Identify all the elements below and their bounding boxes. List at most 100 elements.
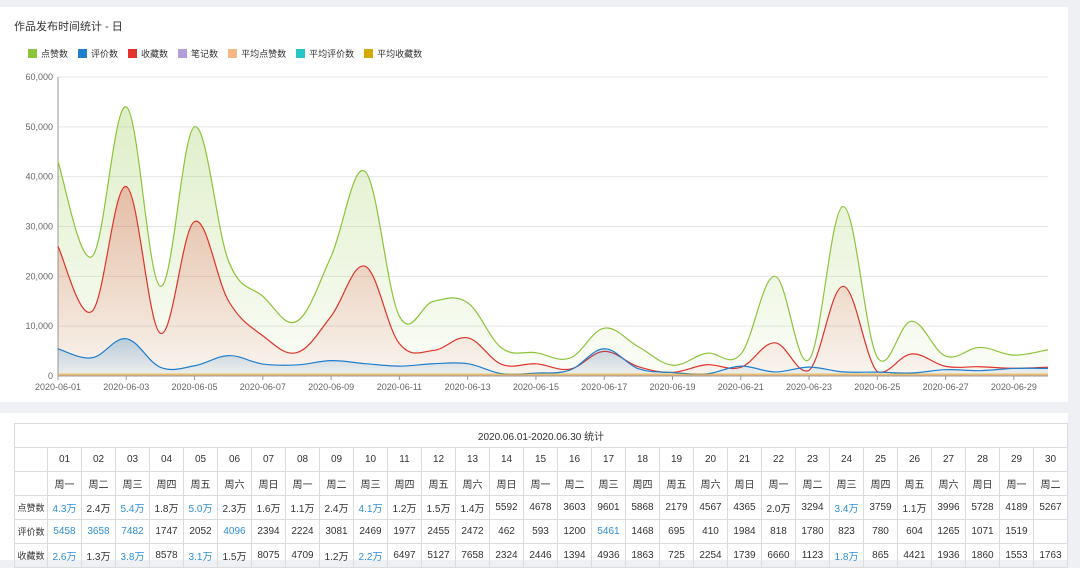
x-tick-label: 2020-06-15	[513, 382, 559, 392]
day-header: 08	[285, 447, 320, 472]
x-tick-label: 2020-06-27	[923, 382, 969, 392]
day-header: 27	[931, 447, 966, 472]
table-cell-link[interactable]: 3.8万	[115, 543, 150, 568]
table-cell: 1553	[999, 543, 1034, 568]
weekday-header: 周二	[795, 471, 830, 496]
day-header: 17	[591, 447, 626, 472]
day-header: 28	[965, 447, 1000, 472]
table-cell-link[interactable]: 4.3万	[47, 495, 82, 520]
table-cell-link[interactable]: 7482	[115, 519, 150, 544]
x-tick-label: 2020-06-01	[35, 382, 81, 392]
table-cell: 865	[863, 543, 898, 568]
x-tick-label: 2020-06-05	[172, 382, 218, 392]
table-cell-link[interactable]: 5.4万	[115, 495, 150, 520]
day-header: 07	[251, 447, 286, 472]
table-cell: 3996	[931, 495, 966, 520]
table-cell: 1468	[625, 519, 660, 544]
table-cell: 1519	[999, 519, 1034, 544]
y-tick-label: 10,000	[25, 321, 53, 331]
x-tick-label: 2020-06-03	[103, 382, 149, 392]
table-cell: 1763	[1033, 543, 1068, 568]
x-tick-label: 2020-06-17	[581, 382, 627, 392]
table-cell-link[interactable]: 1.8万	[829, 543, 864, 568]
table-cell-link[interactable]: 5461	[591, 519, 626, 544]
table-cell: 823	[829, 519, 864, 544]
table-cell: 1071	[965, 519, 1000, 544]
table-cell: 2324	[489, 543, 524, 568]
table-cell-link[interactable]: 3.4万	[829, 495, 864, 520]
day-header: 13	[455, 447, 490, 472]
table-cell: 7658	[455, 543, 490, 568]
weekday-header: 周六	[931, 471, 966, 496]
table-cell: 2455	[421, 519, 456, 544]
table-cell: 1.1万	[897, 495, 932, 520]
weekday-header: 周五	[897, 471, 932, 496]
weekday-header: 周五	[659, 471, 694, 496]
table-cell-link[interactable]: 5.0万	[183, 495, 218, 520]
day-header: 06	[217, 447, 252, 472]
weekday-header: 周四	[625, 471, 660, 496]
day-header: 02	[81, 447, 116, 472]
weekday-header: 周三	[829, 471, 864, 496]
y-tick-label: 60,000	[25, 72, 53, 82]
table-cell: 604	[897, 519, 932, 544]
weekday-header: 周一	[47, 471, 82, 496]
table-caption: 2020.06.01-2020.06.30 统计	[14, 423, 1068, 448]
table-cell: 4678	[523, 495, 558, 520]
day-header: 29	[999, 447, 1034, 472]
table-cell: 2472	[455, 519, 490, 544]
table-cell: 1.2万	[319, 543, 354, 568]
weekday-header: 周日	[965, 471, 1000, 496]
table-cell: 2.4万	[81, 495, 116, 520]
table-cell: 1780	[795, 519, 830, 544]
table-cell-link[interactable]: 2.2万	[353, 543, 388, 568]
table-cell: 2224	[285, 519, 320, 544]
day-header: 30	[1033, 447, 1068, 472]
table-cell: 2.0万	[761, 495, 796, 520]
day-header: 20	[693, 447, 728, 472]
table-cell-link[interactable]: 3658	[81, 519, 116, 544]
weekday-header: 周四	[863, 471, 898, 496]
weekday-header: 周二	[1033, 471, 1068, 496]
day-header: 18	[625, 447, 660, 472]
table-cell: 2254	[693, 543, 728, 568]
table-cell	[1033, 519, 1068, 544]
table-cell: 410	[693, 519, 728, 544]
table-cell-link[interactable]: 2.6万	[47, 543, 82, 568]
weekday-header: 周日	[727, 471, 762, 496]
table-cell: 6497	[387, 543, 422, 568]
table-cell: 2052	[183, 519, 218, 544]
day-header: 01	[47, 447, 82, 472]
table-cell: 1860	[965, 543, 1000, 568]
y-tick-label: 0	[48, 371, 53, 381]
weekday-header: 周三	[353, 471, 388, 496]
table-cell-link[interactable]: 5458	[47, 519, 82, 544]
day-header: 25	[863, 447, 898, 472]
table-cell: 2394	[251, 519, 286, 544]
day-header: 15	[523, 447, 558, 472]
day-header: 24	[829, 447, 864, 472]
table-cell: 780	[863, 519, 898, 544]
weekday-header: 周六	[455, 471, 490, 496]
table-cell: 5728	[965, 495, 1000, 520]
y-tick-label: 50,000	[25, 122, 53, 132]
weekday-header: 周二	[557, 471, 592, 496]
table-cell: 593	[523, 519, 558, 544]
table-cell: 9601	[591, 495, 626, 520]
table-cell: 2.3万	[217, 495, 252, 520]
table-cell: 1394	[557, 543, 592, 568]
table-cell: 818	[761, 519, 796, 544]
table-cell-link[interactable]: 4.1万	[353, 495, 388, 520]
day-header: 11	[387, 447, 422, 472]
table-cell-link[interactable]: 3.1万	[183, 543, 218, 568]
x-tick-label: 2020-06-11	[377, 382, 422, 392]
x-tick-label: 2020-06-23	[786, 382, 832, 392]
x-tick-label: 2020-06-07	[240, 382, 286, 392]
weekday-header: 周六	[217, 471, 252, 496]
x-tick-label: 2020-06-21	[718, 382, 764, 392]
chart-panel: 作品发布时间统计 - 日 点赞数 评价数 收藏数 笔记数 平均点赞数 平均评价数 平均收藏数…	[0, 7, 1068, 402]
table-cell-link[interactable]: 4096	[217, 519, 252, 544]
weekday-header: 周六	[693, 471, 728, 496]
table-cell: 6660	[761, 543, 796, 568]
table-cell: 1739	[727, 543, 762, 568]
